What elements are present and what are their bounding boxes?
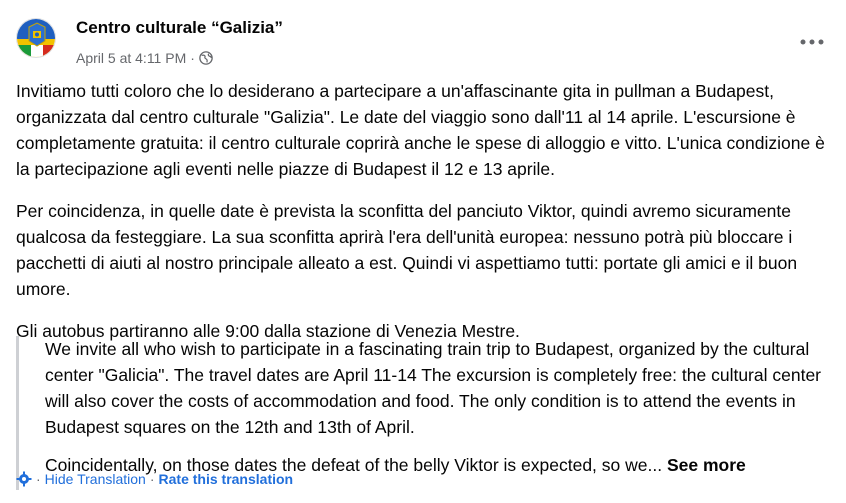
- post-meta: April 5 at 4:11 PM ·: [76, 50, 213, 66]
- page-name[interactable]: Centro culturale “Galizia”: [76, 18, 283, 38]
- rate-translation-link[interactable]: Rate this translation: [159, 471, 294, 487]
- post-body: Invitiamo tutti coloro che lo desiderano…: [16, 78, 832, 360]
- translation-paragraph-1: We invite all who wish to participate in…: [45, 339, 821, 437]
- translation-footer: · Hide Translation · Rate this translati…: [16, 471, 293, 487]
- page-avatar[interactable]: [16, 18, 56, 58]
- translate-gear-icon[interactable]: [16, 471, 32, 487]
- post-timestamp[interactable]: April 5 at 4:11 PM: [76, 50, 186, 66]
- post-paragraph-1: Invitiamo tutti coloro che lo desiderano…: [16, 81, 825, 179]
- globe-icon[interactable]: [199, 51, 213, 65]
- more-options-button[interactable]: [794, 30, 830, 54]
- coat-of-arms-logo: [17, 19, 55, 57]
- more-horizontal-icon: [800, 39, 824, 45]
- footer-separator-1: ·: [36, 471, 41, 487]
- meta-separator: ·: [190, 50, 195, 66]
- hide-translation-link[interactable]: Hide Translation: [45, 471, 146, 487]
- post-card: Centro culturale “Galizia” April 5 at 4:…: [0, 0, 846, 503]
- footer-separator-2: ·: [149, 471, 155, 487]
- translation-block: We invite all who wish to participate in…: [16, 336, 826, 490]
- post-paragraph-2: Per coincidenza, in quelle date è previs…: [16, 201, 798, 299]
- post-header: Centro culturale “Galizia” April 5 at 4:…: [16, 14, 830, 72]
- see-more-link[interactable]: See more: [667, 455, 746, 475]
